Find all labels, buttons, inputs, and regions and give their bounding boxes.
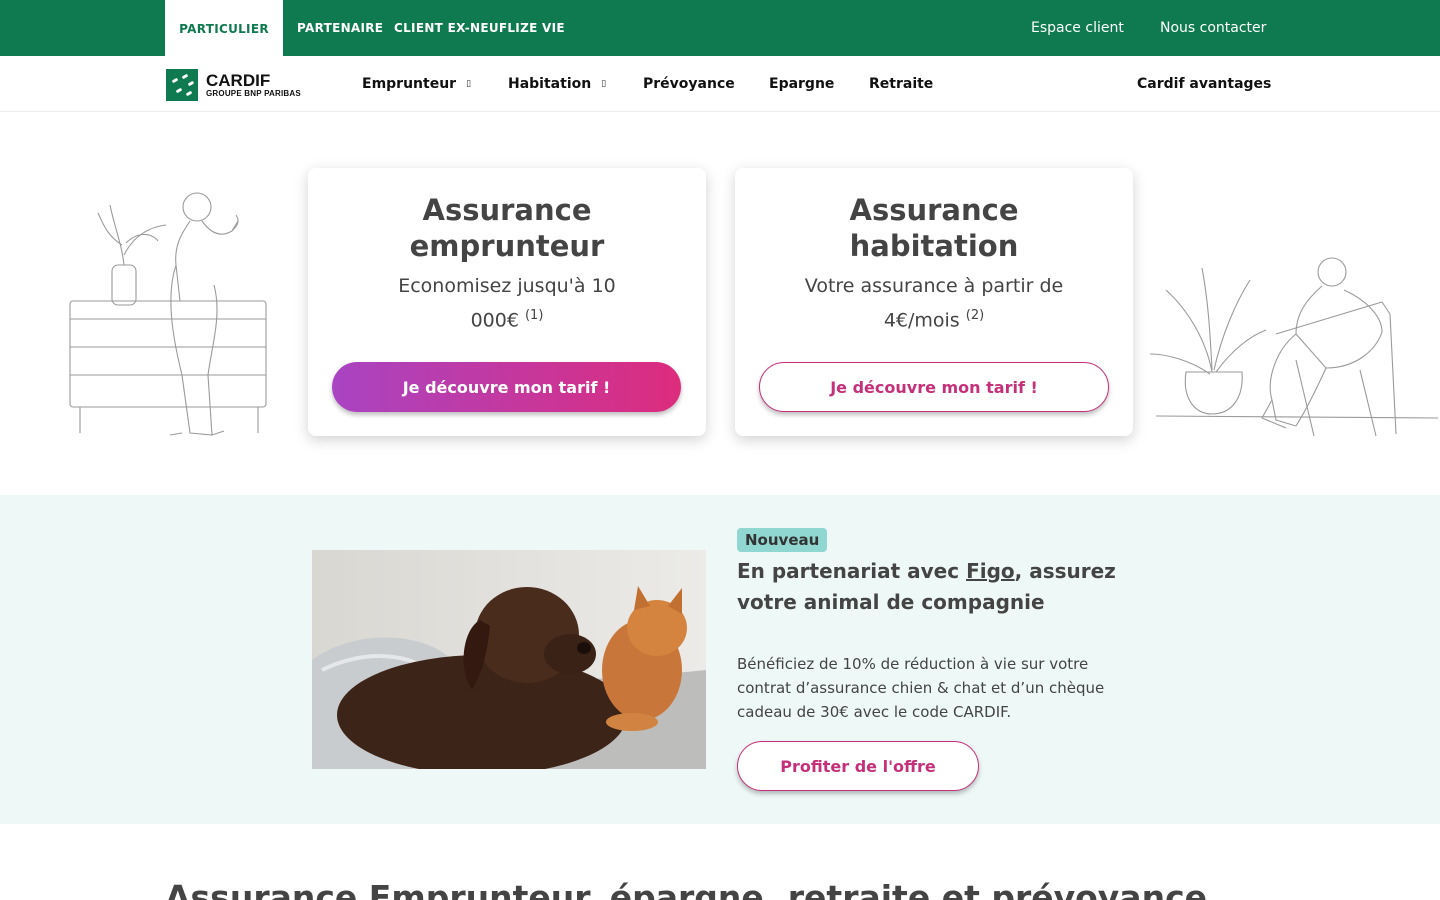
figo-link[interactable]: Figo	[966, 559, 1015, 583]
footnote-ref: (2)	[965, 308, 985, 323]
nav-epargne[interactable]: Epargne	[769, 56, 834, 112]
chevron-down-icon: ▯	[466, 79, 472, 89]
habitation-quote-button[interactable]: Je découvre mon tarif !	[759, 362, 1109, 412]
footnote-ref: (1)	[524, 308, 544, 323]
promo-description: Bénéficiez de 10% de réduction à vie sur…	[737, 655, 1105, 721]
client-space-link[interactable]: Espace client	[1031, 0, 1124, 56]
figo-partner-section	[0, 495, 1440, 824]
nav-retraite[interactable]: Retraite	[869, 56, 933, 112]
logo-name: CARDIF	[206, 70, 271, 90]
card-text-value: Votre assurance à partir de 4€/mois	[804, 275, 1064, 332]
card-text: Votre assurance à partir de 4€/mois (2)	[784, 272, 1084, 335]
segment-particulier-tab[interactable]: PARTICULIER	[165, 0, 283, 56]
contact-link[interactable]: Nous contacter	[1160, 0, 1266, 56]
dog-and-cat-photo	[312, 550, 706, 769]
bnp-stars-icon	[166, 69, 198, 101]
card-title: Assurance emprunteur	[409, 193, 605, 263]
segment-partenaire-tab[interactable]: PARTENAIRE	[297, 0, 383, 56]
promo-title-start: En partenariat avec	[737, 559, 967, 583]
new-badge: Nouveau	[737, 528, 828, 552]
logo-subtitle: GROUPE BNP PARIBAS	[206, 88, 301, 98]
offer-button[interactable]: Profiter de l'offre	[737, 741, 979, 791]
card-title: Assurance habitation	[849, 193, 1019, 263]
woman-dresser-illustration	[69, 192, 267, 436]
nav-emprunteur-label: Emprunteur	[362, 76, 457, 92]
emprunteur-quote-button[interactable]: Je découvre mon tarif !	[332, 362, 681, 412]
promo-title: En partenariat avec Figo, assurez votre …	[737, 556, 1137, 618]
card-assurance-habitation: Assurance habitation Votre assurance à p…	[735, 168, 1133, 436]
card-text-value: Economisez jusqu'à 10 000€	[398, 275, 616, 332]
cardif-logo[interactable]: CARDIF GROUPE BNP PARIBAS	[166, 68, 316, 102]
card-text: Economisez jusqu'à 10 000€ (1)	[397, 272, 617, 335]
segment-ex-neuflize-tab[interactable]: CLIENT EX-NEUFLIZE VIE	[394, 0, 565, 56]
man-armchair-illustration	[1149, 257, 1439, 437]
card-assurance-emprunteur: Assurance emprunteur Economisez jusqu'à …	[308, 168, 706, 436]
nav-emprunteur[interactable]: Emprunteur ▯	[362, 56, 471, 112]
section-heading: Assurance Emprunteur, épargne, retraite …	[165, 878, 1208, 900]
nav-habitation-label: Habitation	[508, 76, 592, 92]
nav-cardif-avantages[interactable]: Cardif avantages	[1137, 56, 1271, 112]
nav-prevoyance[interactable]: Prévoyance	[643, 56, 735, 112]
chevron-down-icon: ▯	[601, 79, 607, 89]
nav-habitation[interactable]: Habitation ▯	[508, 56, 606, 112]
